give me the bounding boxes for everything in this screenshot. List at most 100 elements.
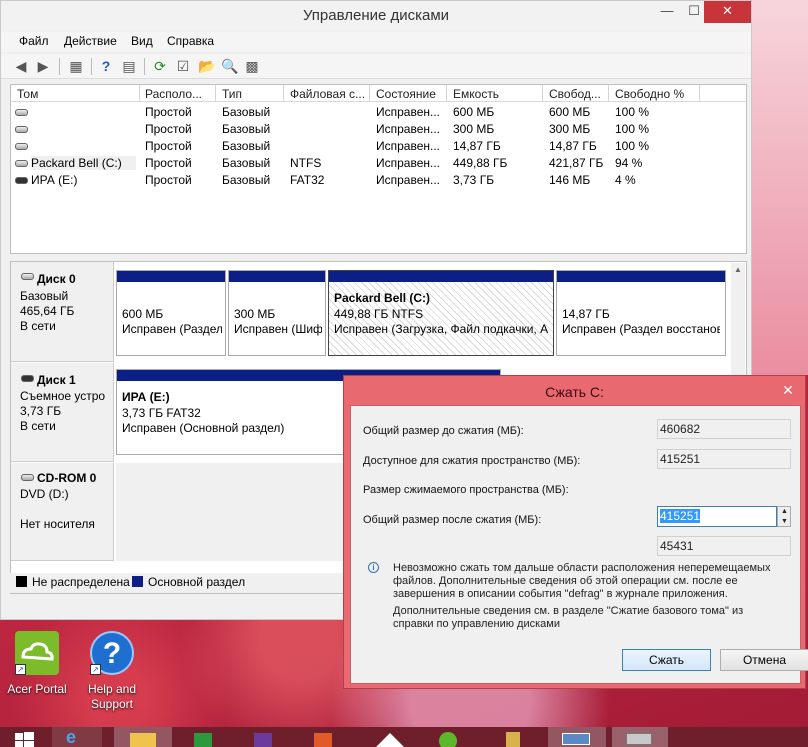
col-header-capacity[interactable]: Емкость — [453, 87, 499, 101]
legend-primary: Основной раздел — [148, 575, 246, 589]
col-header-layout[interactable]: Располо... — [145, 87, 202, 101]
disk-name: Диск 1 — [37, 373, 76, 387]
disk-management-taskbar-icon[interactable] — [612, 727, 668, 747]
list-view-icon[interactable]: ▤ — [121, 58, 137, 74]
volume-row[interactable]: Packard Bell (C:) Простой Базовый NTFS И… — [11, 155, 746, 172]
volume-type: Базовый — [222, 173, 271, 187]
disk-icon — [21, 273, 34, 280]
shrink-amount-stepper[interactable]: ▲ ▼ — [777, 506, 791, 527]
partition-title: Packard Bell (C:) — [334, 291, 431, 305]
available-value: 415251 — [657, 449, 791, 469]
volume-name: ИРА (E:) — [31, 173, 78, 187]
partition-recovery-600mb[interactable]: 600 МБ Исправен (Раздел — [116, 270, 226, 356]
taskbar: e — [0, 727, 808, 747]
cdrom-0-label[interactable]: CD-ROM 0 DVD (D:) Нет носителя — [11, 463, 114, 561]
spotify-taskbar-icon[interactable] — [430, 727, 466, 747]
partition-size: 14,87 ГБ — [562, 307, 610, 321]
volume-free-pct: 100 % — [615, 105, 650, 119]
col-header-fs[interactable]: Файловая с... — [290, 87, 365, 101]
volume-row[interactable]: Простой Базовый Исправен... 300 МБ 300 М… — [11, 121, 746, 138]
col-header-type[interactable]: Тип — [222, 87, 242, 101]
volume-capacity: 14,87 ГБ — [453, 139, 501, 153]
col-header-free-pct[interactable]: Свободно % — [615, 87, 684, 101]
disk-1-label[interactable]: Диск 1 Съемное устро 3,73 ГБ В сети — [11, 363, 114, 462]
close-button[interactable]: ✕ — [704, 1, 751, 23]
usb-drive-icon — [15, 177, 28, 184]
forward-arrow-icon[interactable]: ▶ — [35, 58, 51, 74]
menu-view[interactable]: Вид — [131, 34, 153, 48]
spin-down-icon[interactable]: ▼ — [781, 518, 788, 526]
volume-type: Базовый — [222, 139, 271, 153]
start-windows-icon[interactable] — [12, 727, 38, 747]
shrink-amount-label: Размер сжимаемого пространства (МБ): — [363, 484, 569, 496]
up-arrow-taskbar-icon[interactable] — [370, 727, 410, 747]
volume-layout: Простой — [145, 122, 192, 136]
keyboard-taskbar-icon[interactable] — [548, 727, 606, 747]
scroll-up-arrow-icon[interactable]: ▲ — [734, 265, 742, 274]
refresh-icon[interactable]: ⟳ — [152, 58, 168, 74]
usb-disk-icon — [21, 375, 34, 382]
total-before-value: 460682 — [657, 419, 791, 439]
visual-studio-taskbar-icon[interactable] — [246, 727, 282, 747]
title-bar[interactable]: Управление дисками — ☐ ✕ — [1, 1, 751, 31]
folder-open-icon[interactable]: 📂 — [198, 58, 215, 74]
properties-grid-icon[interactable]: ▦ — [68, 58, 84, 74]
volume-free: 421,87 ГБ — [549, 156, 604, 170]
menu-action[interactable]: Действие — [64, 34, 117, 48]
search-magnifier-icon[interactable]: 🔍 — [221, 58, 238, 74]
office-taskbar-icon[interactable] — [306, 727, 342, 747]
volume-free: 300 МБ — [549, 122, 591, 136]
help-icon[interactable]: ? — [98, 58, 114, 74]
grid-settings-icon[interactable]: ▩ — [244, 58, 260, 74]
volume-row[interactable]: ИРА (E:) Простой Базовый FAT32 Исправен.… — [11, 172, 746, 189]
file-explorer-taskbar-icon[interactable] — [114, 727, 172, 747]
column-divider — [542, 85, 543, 102]
disk-state: Нет носителя — [20, 517, 95, 531]
total-after-value: 45431 — [657, 536, 791, 556]
volume-layout: Простой — [145, 156, 192, 170]
drive-icon — [15, 109, 28, 116]
volume-row[interactable]: Простой Базовый Исправен... 14,87 ГБ 14,… — [11, 138, 746, 155]
menu-help[interactable]: Справка — [167, 34, 214, 48]
partition-size: 449,88 ГБ NTFS — [334, 307, 424, 321]
shrink-button[interactable]: Сжать — [622, 649, 711, 671]
partition-color-bar — [329, 271, 553, 282]
cdrom-icon — [21, 474, 34, 481]
total-before-label: Общий размер до сжатия (МБ): — [363, 425, 524, 437]
info-message: Невозможно сжать том дальше области расп… — [393, 562, 771, 600]
partition-status: Исправен (Раздел — [122, 322, 222, 336]
dialog-close-button[interactable]: ✕ — [778, 381, 798, 399]
primary-swatch — [132, 576, 143, 587]
partition-packard-bell-c[interactable]: Packard Bell (C:) 449,88 ГБ NTFS Исправе… — [328, 270, 554, 356]
help-and-support-shortcut[interactable]: ? ↗ Help and Support — [76, 631, 148, 711]
partition-size: 300 МБ — [234, 307, 276, 321]
partition-status: Исправен (Шиф — [234, 322, 322, 336]
shrink-amount-selected-text: 415251 — [660, 509, 701, 523]
col-header-volume[interactable]: Том — [17, 87, 38, 101]
shortcut-arrow-icon: ↗ — [90, 664, 101, 675]
partition-color-bar — [229, 271, 325, 282]
available-label: Доступное для сжатия пространство (МБ): — [363, 455, 581, 467]
archive-taskbar-icon[interactable] — [496, 727, 532, 747]
col-header-free[interactable]: Свобод... — [549, 87, 601, 101]
acer-portal-shortcut[interactable]: ↗ Acer Portal — [1, 631, 73, 701]
partition-recovery-14gb[interactable]: 14,87 ГБ Исправен (Раздел восстанове — [556, 270, 726, 356]
partition-encrypted-300mb[interactable]: 300 МБ Исправен (Шиф — [228, 270, 326, 356]
volume-row[interactable]: Простой Базовый Исправен... 600 МБ 600 М… — [11, 104, 746, 121]
checklist-icon[interactable]: ☑ — [175, 58, 191, 74]
spin-up-icon[interactable]: ▲ — [781, 508, 788, 516]
partition-status: Исправен (Загрузка, Файл подкачки, А — [334, 322, 548, 336]
cancel-button[interactable]: Отмена — [720, 649, 808, 671]
back-arrow-icon[interactable]: ◀ — [13, 58, 29, 74]
disk-type: Съемное устро — [20, 389, 106, 403]
volume-free: 14,87 ГБ — [549, 139, 597, 153]
col-header-status[interactable]: Состояние — [376, 87, 436, 101]
disk-0-label[interactable]: Диск 0 Базовый 465,64 ГБ В сети — [11, 262, 114, 362]
shrink-amount-input[interactable]: 415251 — [657, 506, 777, 527]
store-taskbar-icon[interactable] — [186, 727, 222, 747]
menu-file[interactable]: Файл — [19, 34, 49, 48]
toolbar: ◀ ▶ ▦ ? ▤ ⟳ ☑ 📂 🔍 ▩ — [1, 54, 751, 79]
disk-state: В сети — [20, 319, 56, 333]
menu-bar: Файл Действие Вид Справка — [1, 32, 751, 52]
internet-explorer-taskbar-icon[interactable]: e — [52, 727, 102, 747]
